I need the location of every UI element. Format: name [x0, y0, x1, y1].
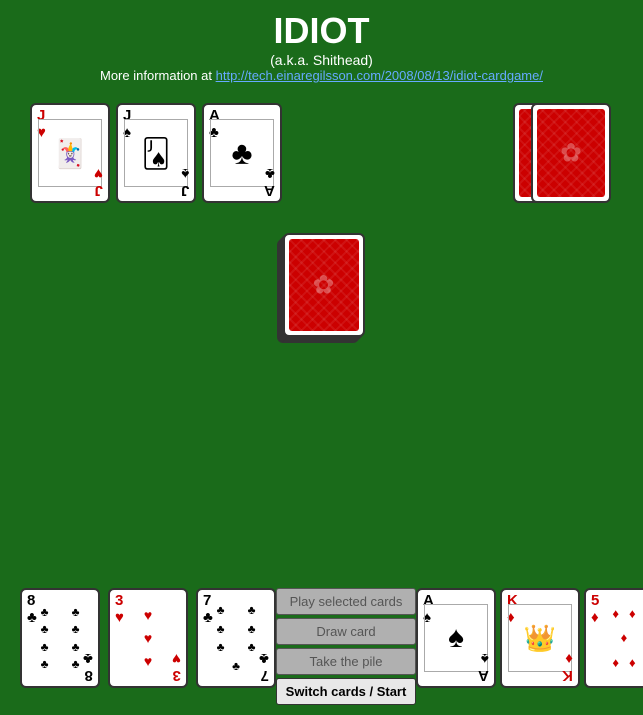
draw-pile-card-7: [283, 233, 365, 337]
player-area: 8♣ ♣♣ ♣♣ ♣♣ ♣♣ 8♣ 3♥ ♥ ♥ ♥ 3♥ 7♣ ♣♣ ♣♣: [0, 588, 643, 705]
opponent-card-js-face: 🂫: [124, 119, 188, 187]
opponent-fd-card-2: [531, 103, 611, 203]
opponent-area: J♥ 🃏 J♥ J♠ 🂫 J♠ A♣ ♣ A♣: [0, 93, 643, 203]
opponent-card-jh: J♥ 🃏 J♥: [30, 103, 110, 203]
info-text: More information at: [100, 68, 216, 83]
player-card-3h[interactable]: 3♥ ♥ ♥ ♥ 3♥: [108, 588, 188, 688]
title-area: IDIOT (a.k.a. Shithead) More information…: [0, 0, 643, 83]
player-card-7c[interactable]: 7♣ ♣♣ ♣♣ ♣♣ ♣ 7♣: [196, 588, 276, 688]
subtitle: (a.k.a. Shithead): [0, 52, 643, 68]
opponent-card-ac: A♣ ♣ A♣: [202, 103, 282, 203]
take-pile-button[interactable]: Take the pile: [276, 648, 416, 675]
play-selected-button[interactable]: Play selected cards: [276, 588, 416, 615]
player-faceup-as[interactable]: A♠ ♠ A♠: [416, 588, 496, 688]
info-link[interactable]: http://tech.einaregilsson.com/2008/08/13…: [216, 68, 543, 83]
buttons-panel: Play selected cards Draw card Take the p…: [276, 588, 416, 705]
player-hand: 8♣ ♣♣ ♣♣ ♣♣ ♣♣ 8♣ 3♥ ♥ ♥ ♥ 3♥ 7♣ ♣♣ ♣♣: [20, 588, 276, 688]
switch-start-button[interactable]: Switch cards / Start: [276, 678, 416, 705]
draw-pile-area: [0, 233, 643, 343]
player-faceup-kd[interactable]: K♦ 👑 K♦: [500, 588, 580, 688]
game-title: IDIOT: [0, 10, 643, 52]
info-link-line: More information at http://tech.einaregi…: [0, 68, 643, 83]
opponent-hand: J♥ 🃏 J♥ J♠ 🂫 J♠ A♣ ♣ A♣: [30, 103, 282, 203]
player-card-8c[interactable]: 8♣ ♣♣ ♣♣ ♣♣ ♣♣ 8♣: [20, 588, 100, 688]
draw-card-button[interactable]: Draw card: [276, 618, 416, 645]
player-faceup-5d[interactable]: 5♦ ♦♦ ♦ ♦♦ 5♦: [584, 588, 643, 688]
player-faceup: A♠ ♠ A♠ K♦ 👑 K♦ 5♦ ♦♦ ♦ ♦♦ 5♦: [416, 588, 643, 688]
opponent-card-js: J♠ 🂫 J♠: [116, 103, 196, 203]
draw-pile: [277, 233, 367, 343]
faceup-stack: A♠ ♠ A♠ K♦ 👑 K♦ 5♦ ♦♦ ♦ ♦♦ 5♦: [416, 588, 643, 688]
opponent-card-jh-face: 🃏: [38, 119, 102, 187]
